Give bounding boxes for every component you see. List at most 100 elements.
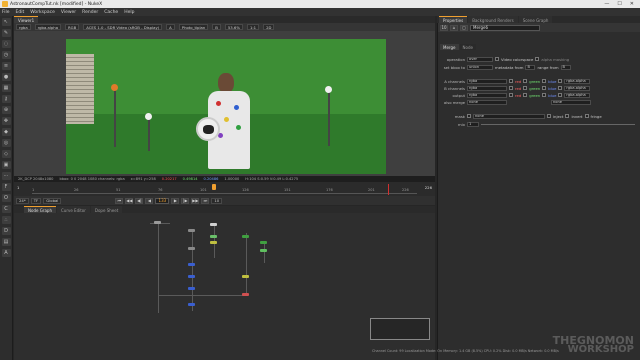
node[interactable]: [210, 241, 217, 244]
3d-icon[interactable]: ◆: [1, 128, 11, 136]
minimize-button[interactable]: —: [604, 1, 609, 7]
b-green-checkbox[interactable]: [523, 86, 528, 90]
menu-edit[interactable]: Edit: [16, 10, 25, 15]
b-channels-dropdown[interactable]: rgba: [467, 85, 507, 91]
tab-properties[interactable]: Properties: [439, 16, 468, 23]
keyer-node[interactable]: [210, 235, 217, 238]
operation-dropdown[interactable]: over: [467, 56, 493, 62]
node[interactable]: [242, 235, 249, 238]
draw-icon[interactable]: ◌: [1, 40, 11, 48]
close-button[interactable]: ✕: [630, 1, 634, 7]
merge-node[interactable]: [188, 275, 195, 278]
b-blue-checkbox[interactable]: [542, 86, 547, 90]
tab-curve-editor[interactable]: Curve Editor: [56, 206, 90, 213]
layer-dropdown[interactable]: rgba.alpha: [34, 24, 62, 30]
out-alpha-dropdown[interactable]: rgba.alpha: [564, 92, 591, 98]
a-alpha-dropdown[interactable]: rgba.alpha: [564, 78, 591, 84]
a-input-dropdown[interactable]: A: [166, 24, 175, 30]
menu-cache[interactable]: Cache: [104, 10, 118, 15]
out-red-checkbox[interactable]: [509, 93, 513, 97]
last-frame-button[interactable]: ⏭: [201, 197, 210, 204]
node[interactable]: [242, 293, 249, 296]
color-icon[interactable]: ●: [1, 73, 11, 81]
timeline-ruler[interactable]: 1 26 51 76 101 126 151 176 201 226: [32, 184, 417, 195]
filter-icon[interactable]: ▦: [1, 84, 11, 92]
node[interactable]: [210, 223, 217, 226]
channels-dropdown[interactable]: rgba: [16, 24, 31, 30]
merge-node[interactable]: [188, 263, 195, 266]
ocula-icon[interactable]: O: [1, 194, 11, 202]
channel-icon[interactable]: ≡: [1, 62, 11, 70]
other-icon[interactable]: ⋯: [1, 172, 11, 180]
viewer-canvas[interactable]: [14, 31, 435, 176]
merge-node[interactable]: [188, 287, 195, 290]
a-blue-checkbox[interactable]: [542, 79, 547, 83]
mix-field[interactable]: 1: [467, 121, 479, 127]
b-alpha-dropdown[interactable]: rgba.alpha: [564, 85, 591, 91]
lock-icon[interactable]: ⌂: [450, 24, 458, 31]
display-channel-dropdown[interactable]: RGB: [65, 24, 80, 30]
tab-background-renders[interactable]: Background Renders: [468, 16, 518, 23]
playhead-marker[interactable]: [212, 184, 216, 190]
fps-field[interactable]: 24*: [16, 197, 29, 204]
global-range-dropdown[interactable]: Global: [43, 197, 62, 204]
maximize-button[interactable]: ☐: [617, 1, 621, 7]
max-panels-field[interactable]: 10: [440, 24, 448, 31]
node[interactable]: [188, 247, 195, 250]
out-green-checkbox[interactable]: [523, 93, 528, 97]
fringe-checkbox[interactable]: [584, 114, 589, 118]
invert-checkbox[interactable]: [565, 114, 570, 118]
node-graph-canvas[interactable]: [14, 213, 435, 360]
pointer-icon[interactable]: ↖: [1, 18, 11, 26]
tab-node[interactable]: Node: [459, 44, 476, 50]
increment-field[interactable]: 10: [211, 197, 223, 204]
tab-node-graph[interactable]: Node Graph: [24, 206, 56, 213]
video-colorspace-checkbox[interactable]: [495, 57, 499, 61]
views-icon[interactable]: ◎: [1, 139, 11, 147]
next-frame-button[interactable]: |▶: [181, 197, 190, 204]
menu-render[interactable]: Render: [82, 10, 98, 15]
b-input-dropdown[interactable]: B: [212, 24, 221, 30]
toolsets-icon[interactable]: ▣: [1, 161, 11, 169]
timeline-start[interactable]: 1: [17, 185, 19, 190]
ratio-dropdown[interactable]: 1:1: [246, 24, 260, 30]
out-point-marker[interactable]: [388, 184, 389, 195]
a-red-checkbox[interactable]: [509, 79, 513, 83]
current-frame-field[interactable]: 133: [155, 197, 170, 204]
deep-icon[interactable]: D: [1, 227, 11, 235]
time-icon[interactable]: ◷: [1, 51, 11, 59]
prev-keyframe-button[interactable]: ◀|: [135, 197, 144, 204]
timeline[interactable]: 1 1 26 51 76 101 126 151 176 201 226 226: [14, 182, 435, 196]
set-bbox-dropdown[interactable]: union: [467, 64, 493, 70]
float-panel-icon[interactable]: ▢: [460, 24, 468, 31]
menu-workspace[interactable]: Workspace: [30, 10, 55, 15]
node[interactable]: [260, 241, 267, 244]
b-alpha-checkbox[interactable]: [558, 86, 563, 90]
play-forward-button[interactable]: ▶: [171, 197, 180, 204]
b-red-checkbox[interactable]: [509, 86, 513, 90]
merge-node[interactable]: [188, 303, 195, 306]
node-name-field[interactable]: Merge6: [470, 24, 540, 31]
furnace-icon[interactable]: F: [1, 183, 11, 191]
merge-icon[interactable]: ⊕: [1, 106, 11, 114]
play-backward-button[interactable]: ◀◀: [125, 197, 134, 204]
node[interactable]: [260, 249, 267, 252]
also-merge-second-dropdown[interactable]: none: [551, 99, 591, 105]
airoot-icon[interactable]: A: [1, 249, 11, 257]
menu-file[interactable]: File: [2, 10, 10, 15]
timeline-end[interactable]: 226: [425, 185, 432, 190]
viewer-node-dropdown[interactable]: Photo_tiplan: [178, 24, 209, 30]
menu-help[interactable]: Help: [124, 10, 134, 15]
image-icon[interactable]: ▤: [1, 238, 11, 246]
first-frame-button[interactable]: ⏮: [115, 197, 124, 204]
tab-merge[interactable]: Merge: [440, 44, 459, 50]
out-blue-checkbox[interactable]: [542, 93, 547, 97]
output-dropdown[interactable]: rgba: [467, 92, 507, 98]
proxy-toggle[interactable]: 2D: [263, 24, 275, 30]
node[interactable]: [242, 275, 249, 278]
menu-viewer[interactable]: Viewer: [61, 10, 76, 15]
mask-checkbox[interactable]: [467, 114, 471, 118]
next-keyframe-button[interactable]: ▶▶: [191, 197, 200, 204]
paint-icon[interactable]: ✎: [1, 29, 11, 37]
metadata-icon[interactable]: ◇: [1, 150, 11, 158]
